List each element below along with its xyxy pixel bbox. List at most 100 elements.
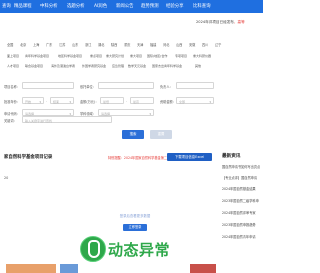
category-item[interactable]: 地区科学基金项目 — [58, 54, 82, 58]
form-row-4: 关键词： 输入关键字进行查找 — [0, 115, 263, 125]
search-button[interactable]: 搜索 — [122, 130, 144, 139]
province-item[interactable]: 安徽 — [189, 42, 195, 47]
chevron-down-icon: ▾ — [69, 99, 71, 104]
category-item[interactable]: 外国学者研究基金 — [82, 64, 106, 68]
results-title: 家自然科学基金项目记录 — [4, 155, 53, 160]
category-item[interactable]: 数学天元基金 — [128, 64, 146, 68]
leader-label: 负责人： — [160, 85, 173, 89]
province-item[interactable]: 陕西 — [111, 42, 117, 47]
funding-label: 资助金额： — [160, 100, 176, 104]
org-label: 依托单位： — [80, 85, 96, 89]
category-item[interactable]: 重点项目 — [90, 54, 102, 58]
amount-min-input[interactable]: 最低 — [100, 97, 124, 104]
keyword-input[interactable]: 输入关键字进行查找 — [22, 116, 112, 123]
category-item[interactable]: 人才项目 — [7, 64, 19, 68]
notice-text[interactable]: 2024年评项目已经发布，高等 — [196, 20, 245, 25]
province-item[interactable]: 广东 — [46, 42, 52, 47]
notice-prefix: 2024年评项目已经发布 — [196, 20, 234, 24]
news-item[interactable]: 2023年国自然申报趋势 — [222, 222, 266, 227]
login-button[interactable]: 立即登录 — [123, 224, 147, 231]
category-item[interactable]: 面上项目 — [7, 54, 19, 58]
category-item[interactable]: 其他 — [195, 64, 201, 68]
nav-item-ai[interactable]: AI润色 — [94, 3, 107, 9]
category-filter-row-2: 人才项目 联合基金项目 海外及港澳台学者 外国学者研究基金 应急管理 数学天元基… — [0, 63, 263, 69]
category-item[interactable]: 青年科学基金项目 — [25, 54, 49, 58]
nav-item-trend[interactable]: 趋势预测 — [141, 3, 159, 9]
shield-logo-icon — [80, 236, 106, 262]
amount-max-placeholder: 最高 — [133, 99, 140, 104]
category-item[interactable]: 应急管理 — [112, 64, 124, 68]
login-prompt-text: 登录后查看更多数据 — [119, 214, 151, 218]
range-dash: - — [46, 99, 48, 103]
result-count: 20 — [4, 176, 9, 180]
category-item[interactable]: 重大科研仪器 — [193, 54, 211, 58]
nav-item-query[interactable]: 查询 — [2, 3, 11, 9]
news-item[interactable]: 2024年国自然评审专家 — [222, 210, 266, 215]
top-nav: 查询 精品课程 中科分析 选题分析 AI润色 新闻公告 趋势预测 经验分享 比科… — [0, 0, 263, 13]
year-start-select[interactable]: 开始 ▾ — [22, 97, 44, 104]
province-item[interactable]: 江苏 — [59, 42, 65, 47]
nav-item-experience[interactable]: 经验分享 — [166, 3, 184, 9]
news-item[interactable]: 【专业点评】国自然申请 — [222, 175, 266, 180]
province-item[interactable]: 全国 — [7, 42, 13, 47]
year-end-select[interactable]: 结束 ▾ — [50, 97, 74, 104]
nav-item-courses[interactable]: 精品课程 — [14, 3, 32, 9]
nav-item-compare[interactable]: 比科查询 — [193, 3, 211, 9]
news-item[interactable]: 国自然申请书如何写出亮点 — [222, 164, 266, 169]
form-row-2: 批准年份： 开始 ▾ - 结束 ▾ 金额(万元)： 最低 - 最高 资助金额： … — [0, 96, 263, 106]
keyword-label: 关键词： — [4, 119, 17, 123]
province-item[interactable]: 山东 — [72, 42, 78, 47]
province-item[interactable]: 河北 — [163, 42, 169, 47]
year-label: 批准年份： — [4, 100, 20, 104]
keyword-placeholder: 输入关键字进行查找 — [25, 118, 53, 123]
province-item[interactable]: 四川 — [202, 42, 208, 47]
news-sidebar: 最新资讯 国自然申请书如何写出亮点 【专业点评】国自然申请 2024年国自然基金… — [218, 145, 263, 273]
org-input[interactable] — [98, 82, 154, 89]
category-item[interactable]: 重大项目 — [130, 54, 142, 58]
province-item[interactable]: 辽宁 — [215, 42, 221, 47]
funding-select[interactable]: 全部 ▾ — [176, 97, 214, 104]
category-item[interactable]: 海外及港澳台学者 — [51, 64, 75, 68]
year-start-placeholder: 开始 — [25, 99, 32, 104]
news-item[interactable]: 2024年国自然青年申请 — [222, 234, 266, 239]
province-item[interactable]: 山西 — [176, 42, 182, 47]
province-item[interactable]: 福建 — [150, 42, 156, 47]
category-item[interactable]: 国家杰出青年科学基金 — [152, 64, 182, 68]
category-item[interactable]: 国际(地区)合作 — [147, 54, 167, 58]
province-item[interactable]: 重庆 — [124, 42, 130, 47]
province-item[interactable]: 上海 — [33, 42, 39, 47]
amount-min-placeholder: 最低 — [103, 99, 110, 104]
form-row-1: 项目名称： 依托单位： 负责人： — [0, 81, 263, 91]
banner-image[interactable] — [6, 264, 56, 273]
nav-item-news[interactable]: 新闻公告 — [116, 3, 134, 9]
leader-input[interactable] — [176, 82, 214, 89]
banner-image[interactable] — [190, 264, 216, 273]
sidebar-title: 最新资讯 — [222, 154, 241, 159]
funding-placeholder: 全部 — [179, 99, 186, 104]
amount-max-input[interactable]: 最高 — [130, 97, 154, 104]
download-excel-button[interactable]: 下载项目信息Excel — [167, 153, 212, 161]
nav-item-topic[interactable]: 选题分析 — [67, 3, 85, 9]
watermark: 动态异常 — [80, 236, 190, 264]
news-item[interactable]: 2023年国自然二级学科申 — [222, 198, 266, 203]
province-item[interactable]: 天津 — [137, 42, 143, 47]
province-filter: 全国 北京 上海 广东 江苏 山东 浙江 湖北 陕西 重庆 天津 福建 河北 山… — [0, 41, 263, 47]
project-name-input[interactable] — [22, 82, 74, 89]
login-prompt: 登录后查看更多数据 立即登录 — [115, 210, 155, 231]
chevron-down-icon: ▾ — [39, 99, 41, 104]
province-item[interactable]: 浙江 — [85, 42, 91, 47]
year-end-placeholder: 结束 — [53, 99, 60, 104]
category-item[interactable]: 联合基金项目 — [25, 64, 43, 68]
province-item[interactable]: 湖北 — [98, 42, 104, 47]
chevron-down-icon: ▾ — [209, 99, 211, 104]
reset-button[interactable]: 重置 — [150, 130, 172, 139]
news-item[interactable]: 2024年国自然基金结果 — [222, 186, 266, 191]
category-item[interactable]: 重大研究计划 — [106, 54, 124, 58]
notice-suffix: ，高等 — [233, 20, 245, 24]
category-item[interactable]: 专项项目 — [175, 54, 187, 58]
category-filter-row-1: 面上项目 青年科学基金项目 地区科学基金项目 重点项目 重大研究计划 重大项目 … — [0, 53, 263, 59]
watermark-text: 动态异常 — [108, 241, 171, 259]
nav-item-analysis[interactable]: 中科分析 — [40, 3, 58, 9]
banner-image[interactable] — [60, 264, 78, 273]
province-item[interactable]: 北京 — [20, 42, 26, 47]
